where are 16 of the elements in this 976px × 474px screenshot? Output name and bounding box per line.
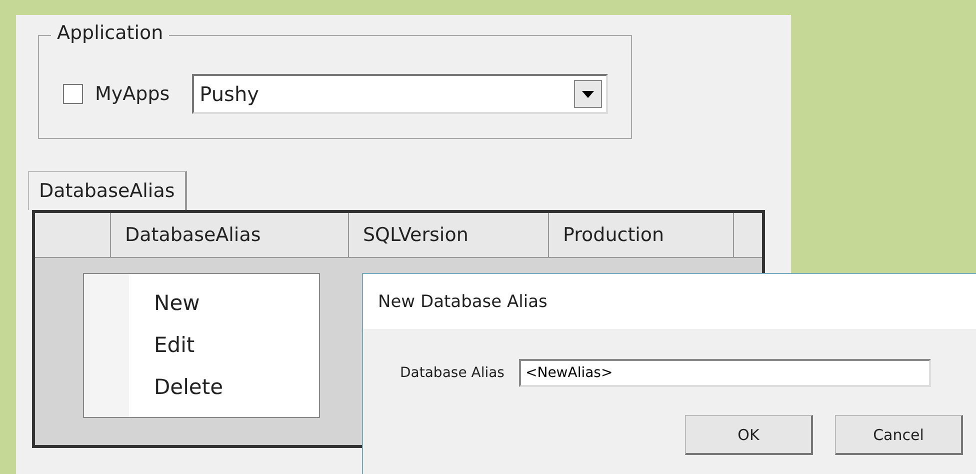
menu-item[interactable]: Edit [84,324,319,366]
field-label: Database Alias [400,365,504,381]
checkbox-label: MyApps [95,83,170,105]
app-combo[interactable]: Pushy [192,74,608,114]
dialog-button[interactable]: Cancel [835,415,963,455]
dialog-button[interactable]: OK [685,415,813,455]
menu-item[interactable]: Delete [84,366,319,408]
tab[interactable]: DatabaseAlias [28,171,187,210]
column-header[interactable]: DatabaseAlias [111,213,349,257]
column-header[interactable]: Production [549,213,734,257]
menu-item[interactable]: New [84,282,319,324]
dialog-title: New Database Alias [363,274,976,329]
group-title: Application [51,22,170,44]
myapps-checkbox[interactable] [63,84,83,104]
alias-input[interactable]: <NewAlias> [519,359,932,387]
column-header[interactable]: SQLVersion [349,213,549,257]
